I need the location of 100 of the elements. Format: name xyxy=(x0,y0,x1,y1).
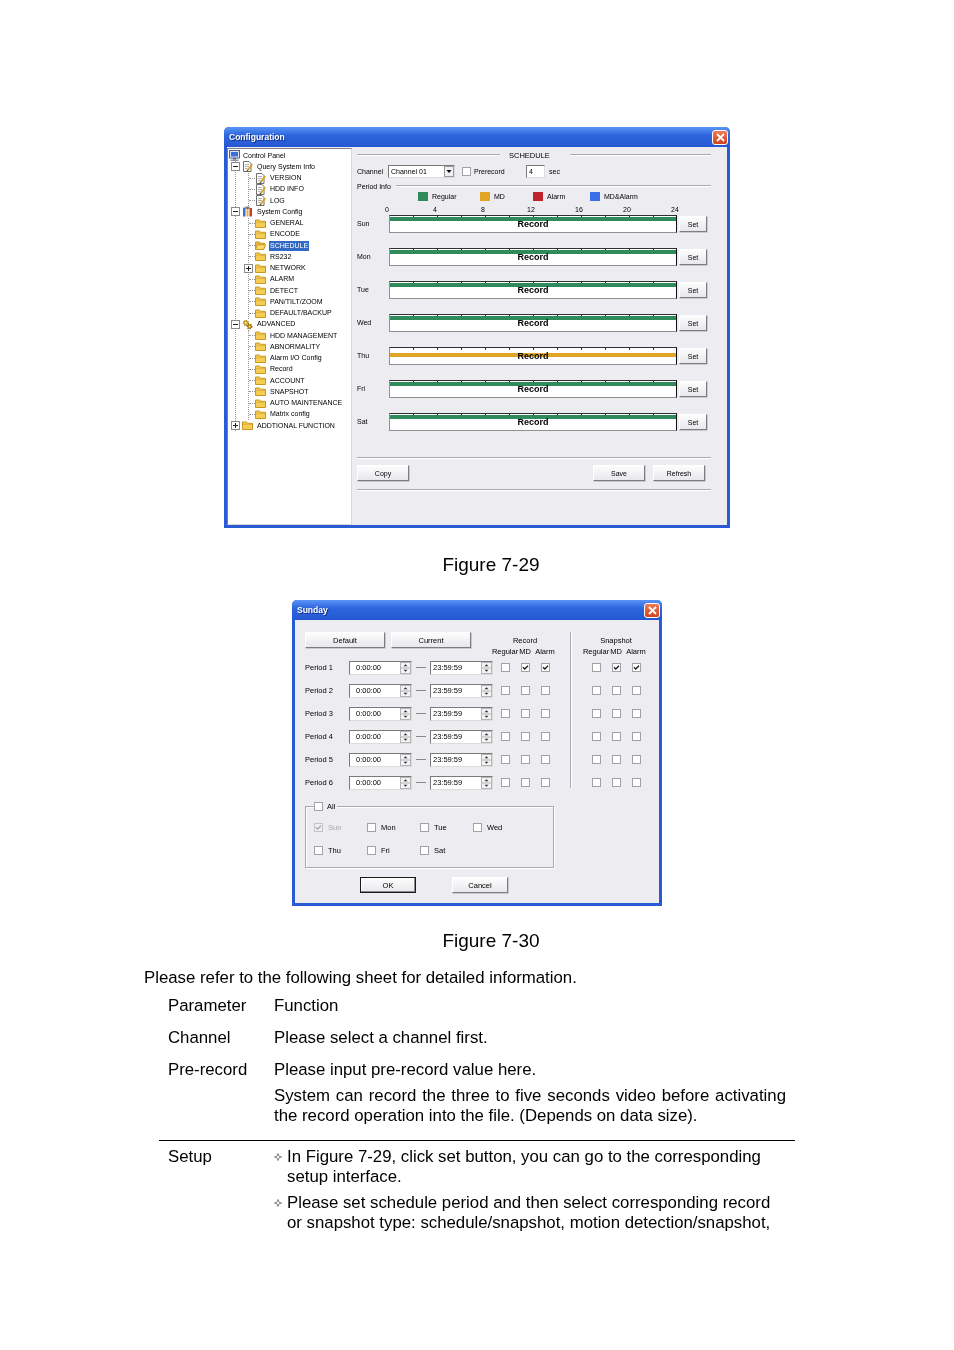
checkbox[interactable] xyxy=(473,823,482,832)
spinner-icon[interactable] xyxy=(400,684,411,697)
folder-icon xyxy=(255,352,266,364)
checkbox[interactable] xyxy=(500,686,510,695)
checkbox[interactable] xyxy=(540,709,550,718)
checkbox[interactable] xyxy=(420,846,429,855)
checkbox[interactable] xyxy=(631,663,641,672)
close-button[interactable] xyxy=(712,129,728,145)
checkbox[interactable] xyxy=(314,846,323,855)
checkbox[interactable] xyxy=(591,686,601,695)
spinner-icon[interactable] xyxy=(481,753,492,766)
schedule-bar[interactable]: Record xyxy=(389,215,677,233)
function-text: Please set schedule period and then select corresponding record or snapshot type: schedule/snapshot, motion detection/snapshot, xyxy=(287,1193,772,1233)
intro-text: Please refer to the following sheet for detailed information. xyxy=(144,968,577,988)
collapse-icon[interactable] xyxy=(231,207,240,217)
folder-icon xyxy=(242,420,253,432)
spinner-icon[interactable] xyxy=(400,707,411,720)
checkbox[interactable] xyxy=(631,755,641,764)
checkbox[interactable] xyxy=(520,686,530,695)
checkbox[interactable] xyxy=(611,778,621,787)
checkbox[interactable] xyxy=(540,778,550,787)
checkbox[interactable] xyxy=(314,802,323,811)
collapse-icon[interactable] xyxy=(231,319,240,329)
column-header: Parameter xyxy=(168,996,247,1016)
checkbox[interactable] xyxy=(520,755,530,764)
schedule-bar[interactable]: Record xyxy=(389,281,677,299)
checkbox[interactable] xyxy=(462,166,471,176)
figure-caption: Figure 7-29 xyxy=(442,554,540,576)
schedule-bar[interactable]: Record xyxy=(389,248,677,266)
checkbox[interactable] xyxy=(591,755,601,764)
checkbox[interactable] xyxy=(500,663,510,672)
checkbox[interactable] xyxy=(520,663,530,672)
folder-icon xyxy=(255,341,266,353)
checkbox[interactable] xyxy=(540,686,550,695)
spinner-icon[interactable] xyxy=(481,776,492,789)
sparkle-icon xyxy=(274,1153,282,1161)
spinner-icon[interactable] xyxy=(481,661,492,674)
bar-label: Record xyxy=(517,219,549,229)
column-header: Function xyxy=(274,996,339,1016)
folder-icon xyxy=(255,228,266,240)
schedule-bar[interactable]: Record xyxy=(389,413,677,431)
checkbox[interactable] xyxy=(520,709,530,718)
checkbox[interactable] xyxy=(611,709,621,718)
checkbox[interactable] xyxy=(500,755,510,764)
caret-down-icon xyxy=(444,165,454,177)
schedule-bar[interactable]: Record xyxy=(389,380,677,398)
parameter-label: Setup xyxy=(168,1147,212,1168)
gears-icon xyxy=(242,318,253,330)
checkbox[interactable] xyxy=(367,846,376,855)
close-icon xyxy=(647,605,657,615)
checkbox[interactable] xyxy=(591,732,601,741)
checkbox[interactable] xyxy=(500,709,510,718)
checkbox[interactable] xyxy=(611,755,621,764)
parameter-label: Channel xyxy=(168,1028,231,1048)
expand-icon[interactable] xyxy=(231,421,240,431)
checkbox[interactable] xyxy=(591,709,601,718)
folder-icon xyxy=(255,217,266,229)
spinner-icon[interactable] xyxy=(481,707,492,720)
checkbox[interactable] xyxy=(540,663,550,672)
checkbox[interactable] xyxy=(500,778,510,787)
tools-icon xyxy=(242,206,253,218)
checkbox[interactable] xyxy=(631,709,641,718)
spinner-icon[interactable] xyxy=(400,730,411,743)
folder-icon xyxy=(255,375,266,387)
checkbox[interactable] xyxy=(611,663,621,672)
function-text: In Figure 7-29, click set button, you can go to the corresponding setup interface. xyxy=(287,1147,762,1187)
checkbox[interactable] xyxy=(520,732,530,741)
spinner-icon[interactable] xyxy=(400,753,411,766)
spinner-icon[interactable] xyxy=(400,661,411,674)
checkbox[interactable] xyxy=(367,823,376,832)
checkbox[interactable] xyxy=(420,823,429,832)
folder-icon xyxy=(255,285,266,297)
computer-icon xyxy=(229,150,240,162)
folder-icon xyxy=(255,251,266,263)
bar-label: Record xyxy=(517,318,549,328)
checkbox[interactable] xyxy=(520,778,530,787)
folder-icon xyxy=(255,330,266,342)
close-button[interactable] xyxy=(644,602,660,618)
schedule-bar[interactable]: Record xyxy=(389,314,677,332)
checkbox[interactable] xyxy=(540,732,550,741)
checkbox[interactable] xyxy=(591,663,601,672)
parameter-label: Pre-record xyxy=(168,1060,248,1081)
spinner-icon[interactable] xyxy=(400,776,411,789)
checkbox[interactable] xyxy=(540,755,550,764)
checkbox[interactable] xyxy=(631,686,641,695)
checkbox[interactable] xyxy=(631,778,641,787)
expand-icon[interactable] xyxy=(244,263,253,273)
folder-icon xyxy=(255,386,266,398)
checkbox[interactable] xyxy=(631,732,641,741)
spinner-icon[interactable] xyxy=(481,730,492,743)
function-text: Please input pre-record value here. xyxy=(274,1060,537,1080)
folder-icon xyxy=(255,262,266,274)
checkbox[interactable] xyxy=(611,686,621,695)
collapse-icon[interactable] xyxy=(231,162,240,172)
spinner-icon[interactable] xyxy=(481,684,492,697)
checkbox[interactable] xyxy=(611,732,621,741)
folder-icon xyxy=(255,240,266,252)
checkbox[interactable] xyxy=(591,778,601,787)
checkbox[interactable] xyxy=(500,732,510,741)
folder-icon xyxy=(255,307,266,319)
